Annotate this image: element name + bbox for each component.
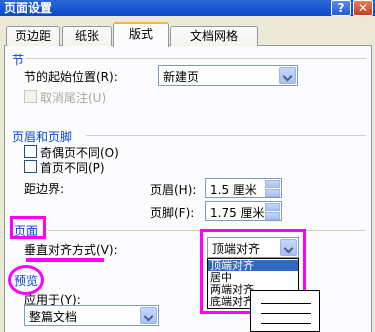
footer-distance-spinner[interactable]: 1.75 厘米 <box>205 201 282 221</box>
odd-even-checkbox[interactable] <box>24 145 37 158</box>
tab-paper[interactable]: 纸张 <box>62 26 112 46</box>
section-start-select[interactable]: 新建页 <box>158 65 298 86</box>
suppress-endnotes-label: 取消尾注(U) <box>40 91 107 105</box>
spin-up-icon[interactable] <box>265 203 280 211</box>
tab-margins[interactable]: 页边距 <box>6 26 60 46</box>
page-preview <box>250 290 320 332</box>
header-distance-label: 页眉(H): <box>150 183 197 197</box>
chevron-down-icon[interactable] <box>140 307 157 324</box>
header-distance-value: 1.5 厘米 <box>210 183 257 197</box>
header-distance-spinner[interactable]: 1.5 厘米 <box>205 178 282 198</box>
vertical-align-label: 垂直对齐方式(V): <box>24 243 118 257</box>
close-button[interactable]: ✕ <box>353 0 373 16</box>
suppress-endnotes-checkbox[interactable] <box>24 90 37 103</box>
title-bar: 页面设置 ? ✕ <box>0 0 375 16</box>
section-start-label: 节的起始位置(R): <box>24 70 118 84</box>
help-button[interactable]: ? <box>331 0 351 16</box>
from-edge-label: 距边界: <box>24 182 65 196</box>
apply-to-value: 整篇文档 <box>29 310 78 324</box>
section-divider <box>26 58 366 59</box>
footer-distance-label: 页脚(F): <box>150 206 195 220</box>
tab-layout[interactable]: 版式 <box>113 22 169 47</box>
spin-up-icon[interactable] <box>265 180 280 188</box>
section-start-value: 新建页 <box>163 70 200 84</box>
spin-down-icon[interactable] <box>265 212 280 220</box>
chevron-down-icon[interactable] <box>279 67 296 84</box>
section-title: 节 <box>12 53 25 67</box>
header-footer-divider <box>86 135 366 136</box>
footer-distance-value: 1.75 厘米 <box>210 206 265 220</box>
apply-to-select[interactable]: 整篇文档 <box>24 305 159 326</box>
first-page-checkbox[interactable] <box>24 160 37 173</box>
first-page-label: 首页不同(P) <box>40 161 105 175</box>
spin-down-icon[interactable] <box>265 189 280 197</box>
page-title-highlight <box>10 216 46 239</box>
tab-document-grid[interactable]: 文档网格 <box>170 26 258 46</box>
window-title: 页面设置 <box>4 1 53 15</box>
header-footer-title: 页眉和页脚 <box>12 130 73 144</box>
vertical-align-underline <box>26 258 104 262</box>
